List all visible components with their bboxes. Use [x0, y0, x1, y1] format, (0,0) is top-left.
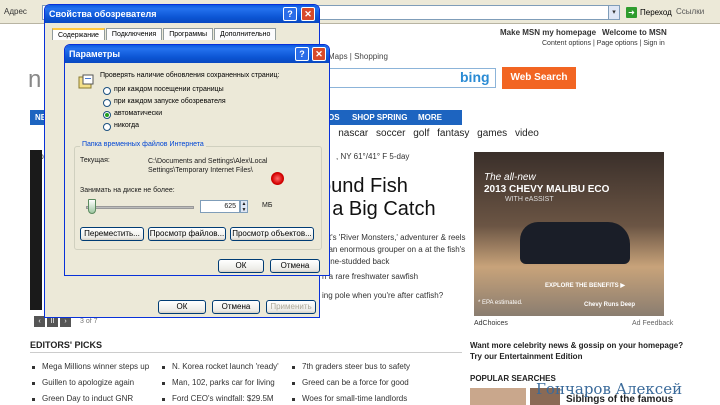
settings-cancel-button[interactable]: Отмена [270, 259, 320, 273]
radio-button[interactable] [103, 99, 111, 107]
nav-item-more[interactable]: MORE [418, 110, 442, 125]
address-label: Адрес [4, 7, 27, 16]
msn-logo-fragment: n [28, 66, 42, 93]
ad-epa-note: * EPA estimated. [478, 300, 523, 306]
editors-pick-link[interactable]: Ford CEO's windfall: $29.5M [172, 394, 274, 403]
bullet-icon [32, 366, 35, 369]
tab-connections[interactable]: Подключения [105, 28, 163, 40]
links-button[interactable]: Ссылки [676, 7, 704, 16]
editors-picks-title: EDITORS' PICKS [30, 340, 102, 350]
search-category-links[interactable]: Maps | Shopping [328, 52, 388, 61]
close-icon[interactable]: ✕ [312, 47, 326, 61]
disk-space-slider-track[interactable] [86, 206, 194, 209]
bullet-icon [32, 398, 35, 401]
web-search-button[interactable]: Web Search [502, 67, 576, 89]
slideshow-count: 3 of 7 [80, 318, 98, 325]
disk-space-slider-thumb[interactable] [88, 199, 96, 214]
ad-feedback-link[interactable]: Ad Feedback [632, 320, 673, 327]
make-msn-homepage-link[interactable]: Make MSN my homepage [500, 28, 596, 37]
editors-pick-link[interactable]: Green Day to induct GNR [42, 394, 133, 403]
weather-widget[interactable]: , NY 61°/41° F 5-day [336, 152, 409, 161]
car-image [520, 222, 630, 264]
popular-search-image[interactable] [470, 388, 526, 405]
story-summary: net's 'River Monsters,' adventurer & ree… [320, 233, 466, 266]
settings-titlebar[interactable]: Параметры ? ✕ [65, 45, 329, 63]
entertainment-promo[interactable]: Want more celebrity news & gossip on you… [470, 340, 690, 362]
bullet-icon [162, 366, 165, 369]
view-objects-button[interactable]: Просмотр объектов... [230, 227, 314, 241]
ad-model: 2013 CHEVY MALIBU ECO [484, 184, 610, 195]
cached-pages-icon [78, 74, 94, 89]
ad-tagline: The all-new [484, 172, 536, 183]
adchoices-link[interactable]: AdChoices [474, 320, 508, 327]
cancel-button[interactable]: Отмена [212, 300, 260, 314]
story-link[interactable]: ing pole when you're after catfish? [322, 291, 443, 300]
temp-files-legend: Папка временных файлов Интернета [80, 141, 206, 148]
go-label: Переход [640, 7, 672, 17]
bullet-icon [162, 398, 165, 401]
bullet-icon [32, 382, 35, 385]
bullet-icon [292, 366, 295, 369]
dialog-title: Параметры [69, 49, 121, 59]
view-files-button[interactable]: Просмотр файлов... [148, 227, 226, 241]
current-folder-label: Текущая: [80, 157, 110, 164]
radio-label[interactable]: автоматически [114, 110, 162, 117]
help-icon[interactable]: ? [295, 47, 309, 61]
bullet-icon [162, 382, 165, 385]
editors-pick-link[interactable]: Woes for small-time landlords [302, 394, 407, 403]
close-icon[interactable]: ✕ [301, 7, 315, 21]
nav-item-shop-spring[interactable]: SHOP SPRING [352, 110, 407, 125]
bullet-icon [292, 382, 295, 385]
address-dropdown-button[interactable]: ▾ [608, 5, 620, 20]
bullet-icon [292, 398, 295, 401]
editors-pick-link[interactable]: Greed can be a force for good [302, 378, 409, 387]
radio-label[interactable]: никогда [114, 122, 139, 129]
radio-button[interactable] [103, 123, 111, 131]
watermark: Гончаров Алексей [536, 380, 683, 398]
editors-pick-link[interactable]: Mega Millions winner steps up [42, 362, 149, 371]
sports-links[interactable]: ll nascar soccer golf fantasy games vide… [326, 128, 539, 139]
disk-space-label: Занимать на диске не более: [80, 187, 175, 194]
go-button[interactable]: ➜ Переход [622, 5, 676, 20]
tab-programs[interactable]: Программы [163, 28, 214, 40]
ad-subline: WITH eASSIST [505, 196, 554, 203]
ad-explore-link[interactable]: EXPLORE THE BENEFITS ▶ [545, 282, 625, 289]
headline-line2[interactable]: r a Big Catch [320, 198, 436, 221]
apply-button[interactable]: Применить [266, 300, 316, 314]
story-link[interactable]: n a rare freshwater sawfish [322, 272, 418, 281]
content-options-links[interactable]: Content options | Page options | Sign in [542, 40, 665, 47]
current-folder-path: C:\Documents and Settings\Alex\Local Set… [148, 158, 268, 174]
divider [30, 352, 462, 353]
disk-space-input[interactable]: 625 [200, 200, 240, 213]
editors-pick-link[interactable]: N. Korea rocket launch 'ready' [172, 362, 279, 371]
disk-space-unit: МБ [262, 202, 273, 209]
headline-line1[interactable]: ound Fish [320, 175, 408, 198]
tab-advanced[interactable]: Дополнительно [214, 28, 277, 40]
ad-brand: Chevy Runs Deep [584, 302, 636, 308]
radio-button[interactable] [103, 111, 111, 119]
radio-label[interactable]: при каждом посещении страницы [114, 86, 224, 93]
editors-pick-link[interactable]: 7th graders steer bus to safety [302, 362, 410, 371]
tab-content[interactable]: Содержание [52, 28, 105, 40]
editors-pick-link[interactable]: Guillen to apologize again [42, 378, 134, 387]
dialog-title: Свойства обозревателя [49, 9, 157, 19]
check-updates-label: Проверять наличие обновления сохраненных… [100, 72, 280, 79]
slideshow-image[interactable] [30, 150, 42, 310]
editors-pick-link[interactable]: Man, 102, parks car for living [172, 378, 275, 387]
radio-label[interactable]: при каждом запуске обозревателя [114, 98, 226, 105]
disk-space-spinner[interactable]: ▲ ▼ [240, 200, 248, 213]
settings-ok-button[interactable]: ОК [218, 259, 264, 273]
bing-logo: bing [460, 69, 490, 85]
move-folder-button[interactable]: Переместить... [80, 227, 144, 241]
go-arrow-icon: ➜ [626, 7, 637, 18]
ok-button[interactable]: ОК [158, 300, 206, 314]
radio-button[interactable] [103, 87, 111, 95]
internet-options-tabs: Содержание Подключения Программы Дополни… [52, 28, 277, 40]
help-icon[interactable]: ? [283, 7, 297, 21]
internet-options-titlebar[interactable]: Свойства обозревателя ? ✕ [45, 5, 319, 23]
welcome-text: Welcome to MSN [602, 28, 667, 37]
mouse-cursor-highlight-icon [271, 172, 284, 185]
